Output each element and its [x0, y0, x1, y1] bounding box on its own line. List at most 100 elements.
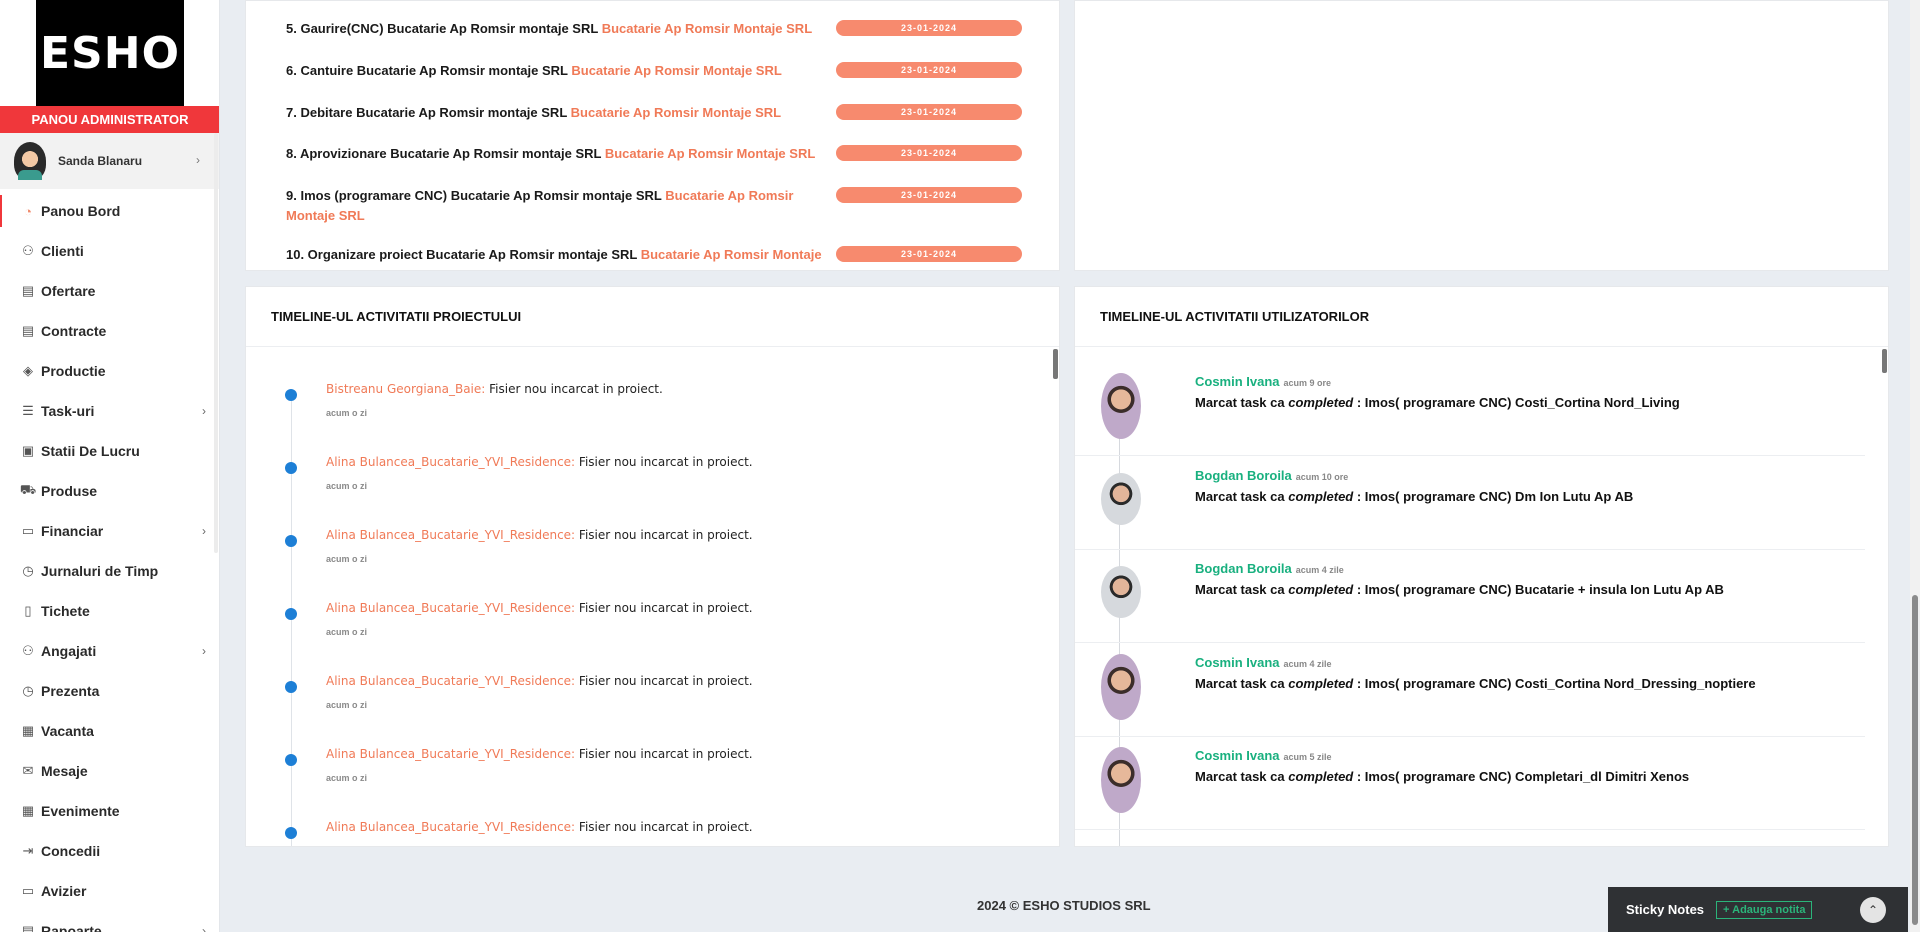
avatar[interactable] — [1101, 566, 1141, 618]
task-row[interactable]: 10. Organizare proiect Bucatarie Ap Roms… — [286, 245, 846, 270]
sidebar-item-label: Financiar — [41, 523, 104, 539]
user-name-link[interactable]: Cosmin Ivana — [1195, 655, 1280, 670]
timeline-message: Fisier nou incarcat in proiect. — [575, 747, 753, 761]
user-activity-name: Cosmin Ivana acum 4 zile — [1195, 655, 1332, 670]
sidebar-item-label: Ofertare — [41, 283, 96, 299]
scroll-top-icon[interactable]: ⌃ — [1860, 897, 1886, 923]
task-row[interactable]: 6. Cantuire Bucatarie Ap Romsir montaje … — [286, 61, 846, 81]
user-name-link[interactable]: Cosmin Ivana — [1195, 748, 1280, 763]
project-timeline-scrollbar[interactable] — [1053, 349, 1058, 379]
add-note-button[interactable]: + Adauga notita — [1716, 900, 1813, 919]
sidebar-item-financiar[interactable]: ▭ Financiar › — [0, 511, 219, 551]
timeline-dot-icon — [285, 754, 297, 766]
task-row[interactable]: 9. Imos (programare CNC) Bucatarie Ap Ro… — [286, 186, 846, 226]
avatar — [14, 142, 46, 180]
sidebar-item-prezenta[interactable]: ◷ Prezenta — [0, 671, 219, 711]
mail-icon: ✉ — [22, 763, 34, 778]
user-activity-name: Cosmin Ivana acum 9 ore — [1195, 374, 1331, 389]
activity-time: acum 4 zile — [1283, 659, 1332, 669]
avatar[interactable] — [1101, 654, 1141, 720]
timeline-user-link[interactable]: Bistreanu Georgiana_Baie: — [326, 382, 485, 396]
task-row[interactable]: 7. Debitare Bucatarie Ap Romsir montaje … — [286, 103, 846, 123]
activity-time: acum 5 zile — [1283, 752, 1332, 762]
leave-icon: ⇥ — [22, 843, 34, 858]
sidebar-item-statii-de-lucru[interactable]: ▣ Statii De Lucru — [0, 431, 219, 471]
activity-status: completed — [1288, 489, 1354, 504]
user-activity-message: Marcat task ca completed : Imos( program… — [1195, 676, 1756, 691]
timeline-user-link[interactable]: Alina Bulancea_Bucatarie_YVI_Residence: — [326, 820, 575, 834]
user-activity-name: Cosmin Ivana acum 5 zile — [1195, 748, 1332, 763]
page-scrollbar-thumb[interactable] — [1912, 595, 1918, 925]
task-title: 10. Organizare proiect Bucatarie Ap Roms… — [286, 247, 641, 262]
task-date-badge: 23-01-2024 — [836, 246, 1022, 262]
timeline-time: acum o zi — [326, 700, 368, 710]
activity-status: completed — [1288, 769, 1354, 784]
sidebar-item-label: Angajati — [41, 643, 97, 659]
sidebar-item-task-uri[interactable]: ☰ Task-uri › — [0, 391, 219, 431]
sidebar-item-evenimente[interactable]: ▦ Evenimente — [0, 791, 219, 831]
user-profile[interactable]: Sanda Blanaru › — [0, 133, 219, 189]
users-icon: ⚇ — [22, 243, 34, 258]
sidebar-item-ofertare[interactable]: ▤ Ofertare — [0, 271, 219, 311]
task-project-link[interactable]: Bucatarie Ap Romsir Montaje SRL — [571, 105, 781, 120]
task-title: 9. Imos (programare CNC) Bucatarie Ap Ro… — [286, 188, 666, 203]
timeline-text: Bistreanu Georgiana_Baie: Fisier nou inc… — [326, 382, 663, 396]
sidebar-item-angajati[interactable]: ⚇ Angajati › — [0, 631, 219, 671]
task-row[interactable]: 8. Aprovizionare Bucatarie Ap Romsir mon… — [286, 144, 846, 164]
sidebar-item-productie[interactable]: ◈ Productie — [0, 351, 219, 391]
user-activity-item: Cosmin Ivana acum 5 zile Marcat task ca co… — [1075, 737, 1865, 830]
ticket-icon: ▯ — [24, 603, 32, 618]
task-project-link[interactable]: Bucatarie Ap Romsir Montaje SRL — [605, 146, 815, 161]
chevron-right-icon[interactable]: › — [196, 153, 200, 167]
sidebar-scrollbar[interactable] — [214, 133, 218, 553]
sidebar-item-jurnaluri-de-timp[interactable]: ◷ Jurnaluri de Timp — [0, 551, 219, 591]
cart-icon: ⛟ — [19, 482, 37, 497]
sidebar-item-avizier[interactable]: ▭ Avizier — [0, 871, 219, 911]
timeline-user-link[interactable]: Alina Bulancea_Bucatarie_YVI_Residence: — [326, 455, 575, 469]
sidebar-item-rapoarte[interactable]: ▤ Rapoarte › — [0, 911, 219, 932]
workstation-icon: ▣ — [21, 443, 35, 458]
task-project-link[interactable]: Bucatarie Ap Romsir Montaje SRL — [602, 21, 812, 36]
sidebar-item-label: Concedii — [41, 843, 101, 859]
logo[interactable]: ESHO — [36, 0, 184, 106]
sidebar-item-panou-bord[interactable]: ◔ Panou Bord — [0, 191, 219, 231]
user-name-link[interactable]: Bogdan Boroila — [1195, 561, 1292, 576]
sidebar-item-tichete[interactable]: ▯ Tichete — [0, 591, 219, 631]
dashboard-icon: ◔ — [24, 203, 32, 219]
user-name-link[interactable]: Cosmin Ivana — [1195, 374, 1280, 389]
user-activity-message: Marcat task ca completed : Imos( program… — [1195, 769, 1689, 784]
timeline-message: Fisier nou incarcat in proiect. — [575, 674, 753, 688]
reports-icon: ▤ — [21, 923, 35, 932]
timeline-user-link[interactable]: Alina Bulancea_Bucatarie_YVI_Residence: — [326, 528, 575, 542]
activity-prefix: Marcat task ca — [1195, 582, 1289, 597]
timeline-text: Alina Bulancea_Bucatarie_YVI_Residence: … — [326, 528, 753, 542]
document-icon: ▤ — [21, 283, 35, 298]
timeline-dot-icon — [285, 608, 297, 620]
sidebar-item-clienti[interactable]: ⚇ Clienti — [0, 231, 219, 271]
task-project-link[interactable]: Bucatarie Ap Romsir Montaje SRL — [571, 63, 781, 78]
avatar[interactable] — [1101, 473, 1141, 525]
task-row[interactable]: 5. Gaurire(CNC) Bucatarie Ap Romsir mont… — [286, 19, 846, 39]
calendar-icon: ▦ — [21, 723, 35, 738]
sidebar-item-concedii[interactable]: ⇥ Concedii — [0, 831, 219, 871]
user-name-link[interactable]: Bogdan Boroila — [1195, 468, 1292, 483]
sidebar-item-vacanta[interactable]: ▦ Vacanta — [0, 711, 219, 751]
sticky-notes-title: Sticky Notes — [1626, 902, 1705, 917]
chevron-right-icon: › — [202, 924, 206, 932]
avatar[interactable] — [1101, 373, 1141, 439]
sidebar-item-contracte[interactable]: ▤ Contracte — [0, 311, 219, 351]
timeline-user-link[interactable]: Alina Bulancea_Bucatarie_YVI_Residence: — [326, 674, 575, 688]
timeline-time: acum o zi — [326, 773, 368, 783]
sidebar-item-label: Evenimente — [41, 803, 120, 819]
avatar[interactable] — [1101, 747, 1141, 813]
timeline-user-link[interactable]: Alina Bulancea_Bucatarie_YVI_Residence: — [326, 747, 575, 761]
user-timeline-scrollbar[interactable] — [1882, 349, 1887, 373]
activity-prefix: Marcat task ca — [1195, 676, 1289, 691]
timeline-user-link[interactable]: Alina Bulancea_Bucatarie_YVI_Residence: — [326, 601, 575, 615]
sidebar-item-label: Rapoarte — [41, 923, 102, 932]
activity-detail: : Imos( programare CNC) Bucatarie + insu… — [1353, 582, 1724, 597]
user-activity-item: Bogdan Boroila acum 10 ore Marcat task ca … — [1075, 457, 1865, 550]
sidebar-item-mesaje[interactable]: ✉ Mesaje — [0, 751, 219, 791]
sidebar-item-produse[interactable]: ⛟ Produse — [0, 471, 219, 511]
clock-icon: ◷ — [22, 563, 34, 578]
